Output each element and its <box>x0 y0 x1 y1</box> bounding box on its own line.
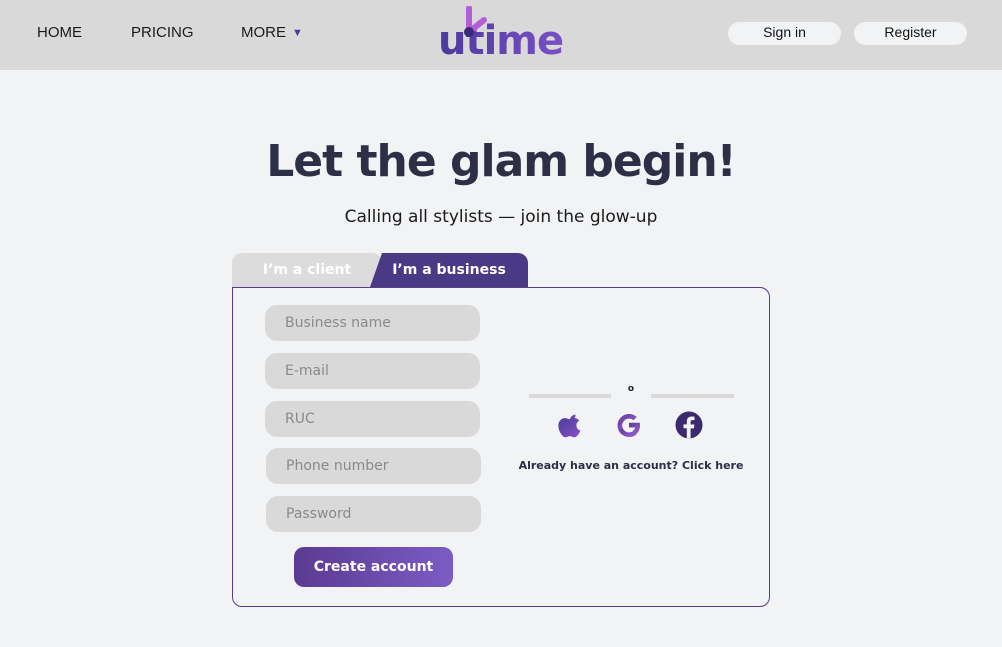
sign-in-button[interactable]: Sign in <box>728 22 841 45</box>
facebook-icon[interactable] <box>674 410 704 440</box>
password-input[interactable] <box>266 496 481 532</box>
tab-client[interactable]: I’m a client <box>232 253 382 287</box>
ruc-input[interactable] <box>265 401 480 437</box>
phone-number-input[interactable] <box>266 448 481 484</box>
login-link[interactable]: Already have an account? Click here <box>503 459 759 472</box>
create-account-button[interactable]: Create account <box>294 547 453 587</box>
nav-pricing-link[interactable]: PRICING <box>131 24 194 42</box>
business-name-input[interactable] <box>265 305 480 341</box>
page-title: Let the glam begin! <box>266 136 737 187</box>
google-icon[interactable] <box>614 410 644 440</box>
utime-logo[interactable]: utime <box>438 6 568 60</box>
page-subtitle: Calling all stylists — join the glow-up <box>344 207 658 227</box>
top-navbar: HOME PRICING MORE ▼ utime Sign in Registe… <box>0 0 1002 70</box>
signup-card: Create account o Already have an account… <box>232 287 770 607</box>
apple-icon[interactable] <box>556 410 586 440</box>
tab-business[interactable]: I’m a business <box>370 253 528 287</box>
nav-home-link[interactable]: HOME <box>37 24 82 42</box>
email-input[interactable] <box>265 353 480 389</box>
divider-left <box>529 394 611 398</box>
divider-or-text: o <box>627 384 635 394</box>
logo-wordmark: utime <box>438 18 563 60</box>
nav-more-label: MORE <box>241 24 286 41</box>
chevron-down-icon: ▼ <box>292 27 303 39</box>
divider-right <box>651 394 734 398</box>
register-button[interactable]: Register <box>854 22 967 45</box>
nav-more-dropdown[interactable]: MORE ▼ <box>241 24 303 42</box>
